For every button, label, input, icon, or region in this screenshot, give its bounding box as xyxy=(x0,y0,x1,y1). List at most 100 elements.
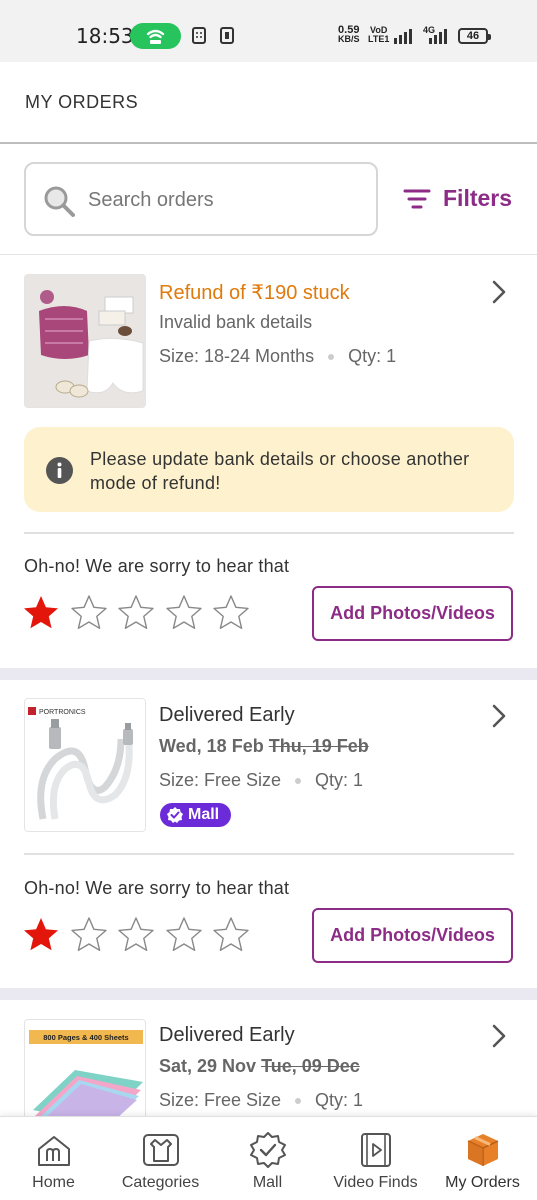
order-substatus: Invalid bank details xyxy=(159,312,313,332)
notification-app-icon xyxy=(220,27,234,44)
my-orders-screen: 18:53 0.59 KB/S VoD LTE1 4G 46 MY ORDERS… xyxy=(0,0,537,1200)
nav-item-my-orders[interactable]: My Orders xyxy=(429,1117,536,1200)
order-qty: Qty: 1 xyxy=(315,1090,364,1110)
order-status: Delivered Early xyxy=(159,704,295,726)
order-size: Size: Free Size xyxy=(159,1090,282,1110)
star-empty-icon[interactable] xyxy=(165,594,203,632)
star-empty-icon[interactable] xyxy=(165,916,203,954)
star-empty-icon[interactable] xyxy=(117,594,155,632)
star-empty-icon[interactable] xyxy=(212,916,250,954)
nav-label: Mall xyxy=(252,1174,283,1191)
order-size: Size: Free Size xyxy=(159,770,282,790)
filters-button[interactable]: Filters xyxy=(403,185,512,212)
battery-indicator: 46 xyxy=(458,28,491,44)
delivered-date: Sat, 29 Nov xyxy=(159,1056,257,1076)
product-tag-text: 800 Pages & 400 Sheets xyxy=(43,1033,128,1042)
network-speed: 0.59 KB/S xyxy=(338,25,360,44)
notification-grid-icon xyxy=(192,27,206,44)
orders-box-icon xyxy=(467,1134,498,1166)
delivered-date: Wed, 18 Feb xyxy=(159,736,264,756)
star-empty-icon[interactable] xyxy=(212,594,250,632)
categories-icon xyxy=(142,1134,179,1166)
nav-item-categories[interactable]: Categories xyxy=(107,1117,214,1200)
filter-icon xyxy=(403,189,431,208)
wifi-hotspot-icon xyxy=(146,29,165,44)
alert-text: Please update bank details or choose ano… xyxy=(90,449,470,493)
delivery-dates: Sat, 29 Nov Tue, 09 Dec xyxy=(159,1056,360,1077)
chevron-right-icon[interactable] xyxy=(490,703,508,729)
divider xyxy=(24,532,514,534)
nav-item-video-finds[interactable]: Video Finds xyxy=(322,1117,429,1200)
expected-date: Tue, 09 Dec xyxy=(261,1056,360,1076)
order-meta: Size: 18-24 Months Qty: 1 xyxy=(159,346,396,367)
order-card[interactable]: Refund of ₹190 stuck Invalid bank detail… xyxy=(0,256,537,668)
search-placeholder: Search orders xyxy=(88,189,214,211)
separator-dot xyxy=(295,1097,302,1104)
status-time: 18:53 xyxy=(76,24,134,48)
info-icon xyxy=(46,457,73,484)
star-empty-icon[interactable] xyxy=(117,916,155,954)
order-size: Size: 18-24 Months xyxy=(159,346,315,366)
star-empty-icon[interactable] xyxy=(70,594,108,632)
rating-stars xyxy=(22,594,260,632)
star-filled-icon[interactable] xyxy=(22,916,60,954)
status-bar: 18:53 0.59 KB/S VoD LTE1 4G 46 xyxy=(0,0,537,62)
add-photos-videos-button[interactable]: Add Photos/Videos xyxy=(312,908,513,963)
product-image: 800 Pages & 400 Sheets xyxy=(24,1019,146,1116)
chevron-right-icon[interactable] xyxy=(490,1023,508,1049)
notebooks-image: 800 Pages & 400 Sheets xyxy=(25,1020,145,1116)
order-meta: Size: Free Size Qty: 1 xyxy=(159,1090,363,1111)
order-status: Refund of ₹190 stuck xyxy=(159,282,350,304)
chevron-right-icon[interactable] xyxy=(490,279,508,305)
star-filled-icon[interactable] xyxy=(22,594,60,632)
product-image xyxy=(24,274,146,408)
mall-badge-label: Mall xyxy=(188,806,220,823)
baby-outfit-image xyxy=(25,275,145,407)
mall-badge: Mall xyxy=(160,803,232,827)
hotspot-indicator xyxy=(130,23,181,49)
rating-prompt: Oh-no! We are sorry to hear that xyxy=(24,556,290,576)
separator-dot xyxy=(328,353,335,360)
search-input[interactable]: Search orders xyxy=(24,162,378,236)
verified-check-icon xyxy=(167,807,183,823)
refund-alert[interactable]: Please update bank details or choose ano… xyxy=(24,427,514,512)
video-icon xyxy=(360,1133,391,1167)
volte-indicator: VoD LTE1 xyxy=(368,26,389,44)
section-separator xyxy=(0,668,537,680)
nav-label: Home xyxy=(32,1174,75,1191)
nav-item-mall[interactable]: Mall xyxy=(214,1117,321,1200)
expected-date: Thu, 19 Feb xyxy=(268,736,369,756)
order-card[interactable]: 800 Pages & 400 Sheets Delivered Early S… xyxy=(0,1000,537,1116)
volte-bottom: LTE1 xyxy=(368,34,390,44)
order-card[interactable]: PORTRONICS Delivered Early Wed, 18 Feb T… xyxy=(0,680,537,988)
search-row: Search orders Filters xyxy=(0,145,537,255)
order-status: Delivered Early xyxy=(159,1024,295,1046)
star-empty-icon[interactable] xyxy=(70,916,108,954)
delivery-dates: Wed, 18 Feb Thu, 19 Feb xyxy=(159,736,369,757)
mall-icon xyxy=(249,1132,286,1168)
signal-1-icon xyxy=(394,29,412,44)
bottom-navigation: Home Categories Mall Video Finds My Orde… xyxy=(0,1116,537,1200)
separator-dot xyxy=(295,777,302,784)
home-icon xyxy=(37,1136,70,1166)
nav-label: Video Finds xyxy=(333,1174,418,1191)
brand-text: PORTRONICS xyxy=(39,709,86,716)
add-photos-videos-button[interactable]: Add Photos/Videos xyxy=(312,586,513,641)
network-speed-unit: KB/S xyxy=(338,34,360,44)
nav-label: My Orders xyxy=(445,1174,520,1191)
filters-label: Filters xyxy=(443,185,513,211)
order-qty: Qty: 1 xyxy=(315,770,364,790)
usb-cable-image: PORTRONICS xyxy=(25,699,145,831)
section-separator xyxy=(0,988,537,1000)
divider xyxy=(24,853,514,855)
rating-prompt: Oh-no! We are sorry to hear that xyxy=(24,878,290,898)
nav-item-home[interactable]: Home xyxy=(0,1117,107,1200)
order-qty: Qty: 1 xyxy=(348,346,397,366)
app-header: MY ORDERS xyxy=(0,62,537,144)
signal-2-icon xyxy=(429,29,447,44)
product-image: PORTRONICS xyxy=(24,698,146,832)
search-icon xyxy=(44,186,75,217)
nav-label: Categories xyxy=(121,1174,200,1191)
rating-stars xyxy=(22,916,260,954)
order-meta: Size: Free Size Qty: 1 xyxy=(159,770,363,791)
